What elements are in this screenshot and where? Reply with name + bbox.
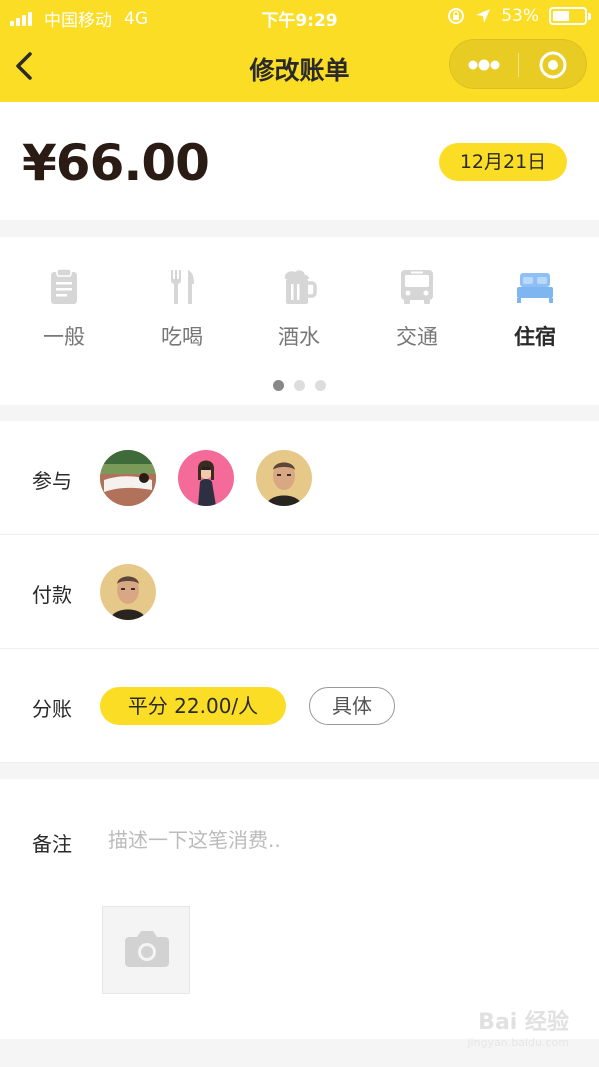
watermark-url: jingyan.baidu.com: [467, 1036, 569, 1049]
avatar-man-portrait: [100, 564, 156, 620]
category-drinks[interactable]: 酒水: [249, 267, 349, 357]
bill-details: 参与 付款 分账 平分 22.00/人 具体: [0, 421, 599, 763]
note-input[interactable]: [108, 823, 568, 857]
date-picker-button[interactable]: 12月21日: [439, 143, 567, 181]
page-indicator: [0, 376, 599, 395]
status-right: 53%: [447, 6, 591, 26]
status-bar: 中国移动 4G 下午9:29 53%: [0, 0, 599, 34]
note-label: 备注: [32, 832, 72, 856]
battery-percent: 53%: [501, 6, 539, 26]
split-label: 分账: [32, 697, 72, 721]
payment-row: 付款: [0, 535, 599, 649]
category-label: 吃喝: [161, 325, 203, 349]
category-transport[interactable]: 交通: [367, 267, 467, 357]
clipboard-icon: [51, 268, 77, 304]
category-general[interactable]: 一般: [14, 267, 114, 357]
avatar-person-lying-on-grass: [100, 450, 156, 506]
payment-label: 付款: [32, 583, 72, 607]
top-bar: 中国移动 4G 下午9:29 53% 修改账单: [0, 0, 599, 102]
category-lodging[interactable]: 住宿: [485, 267, 585, 357]
target-circle-icon: [539, 51, 567, 79]
avatar[interactable]: [178, 450, 234, 506]
page-dot[interactable]: [273, 380, 284, 391]
category-label: 交通: [396, 325, 438, 349]
miniprogram-capsule: [449, 39, 587, 89]
more-button[interactable]: [450, 40, 518, 90]
watermark-logo: Bai 经验: [478, 1010, 569, 1035]
avatar[interactable]: [100, 564, 156, 620]
category-label: 酒水: [278, 325, 320, 349]
bed-icon: [517, 273, 553, 303]
split-detail-button[interactable]: 具体: [309, 687, 395, 725]
close-miniprogram-button[interactable]: [519, 40, 587, 90]
split-evenly-button[interactable]: 平分 22.00/人: [100, 687, 286, 725]
note-card: 备注: [0, 779, 599, 1039]
page-dot[interactable]: [315, 380, 326, 391]
beer-mug-icon: [285, 270, 317, 304]
category-picker: 一般 吃喝 酒水 交通 住宿: [0, 237, 599, 405]
battery-icon: [549, 7, 591, 25]
nav-bar: 修改账单: [0, 34, 599, 102]
avatar[interactable]: [100, 450, 156, 506]
bill-amount[interactable]: ¥66.00: [22, 134, 210, 192]
location-arrow-icon: [476, 9, 491, 23]
amount-card: ¥66.00 12月21日: [0, 102, 599, 220]
avatar-man-portrait: [256, 450, 312, 506]
avatar[interactable]: [256, 450, 312, 506]
category-food[interactable]: 吃喝: [132, 267, 232, 357]
avatar-woman-pink-background: [178, 450, 234, 506]
fork-knife-icon: [170, 270, 194, 304]
category-label: 一般: [43, 325, 85, 349]
bus-icon: [401, 270, 433, 304]
category-label: 住宿: [514, 325, 556, 349]
participants-label: 参与: [32, 469, 72, 493]
participants-row: 参与: [0, 421, 599, 535]
split-row: 分账 平分 22.00/人 具体: [0, 649, 599, 763]
add-photo-button[interactable]: [102, 906, 190, 994]
camera-icon: [125, 931, 169, 967]
battery-level: [553, 11, 569, 21]
more-dots-icon: [468, 59, 500, 71]
page-dot[interactable]: [294, 380, 305, 391]
lock-rotation-icon: [448, 8, 465, 24]
